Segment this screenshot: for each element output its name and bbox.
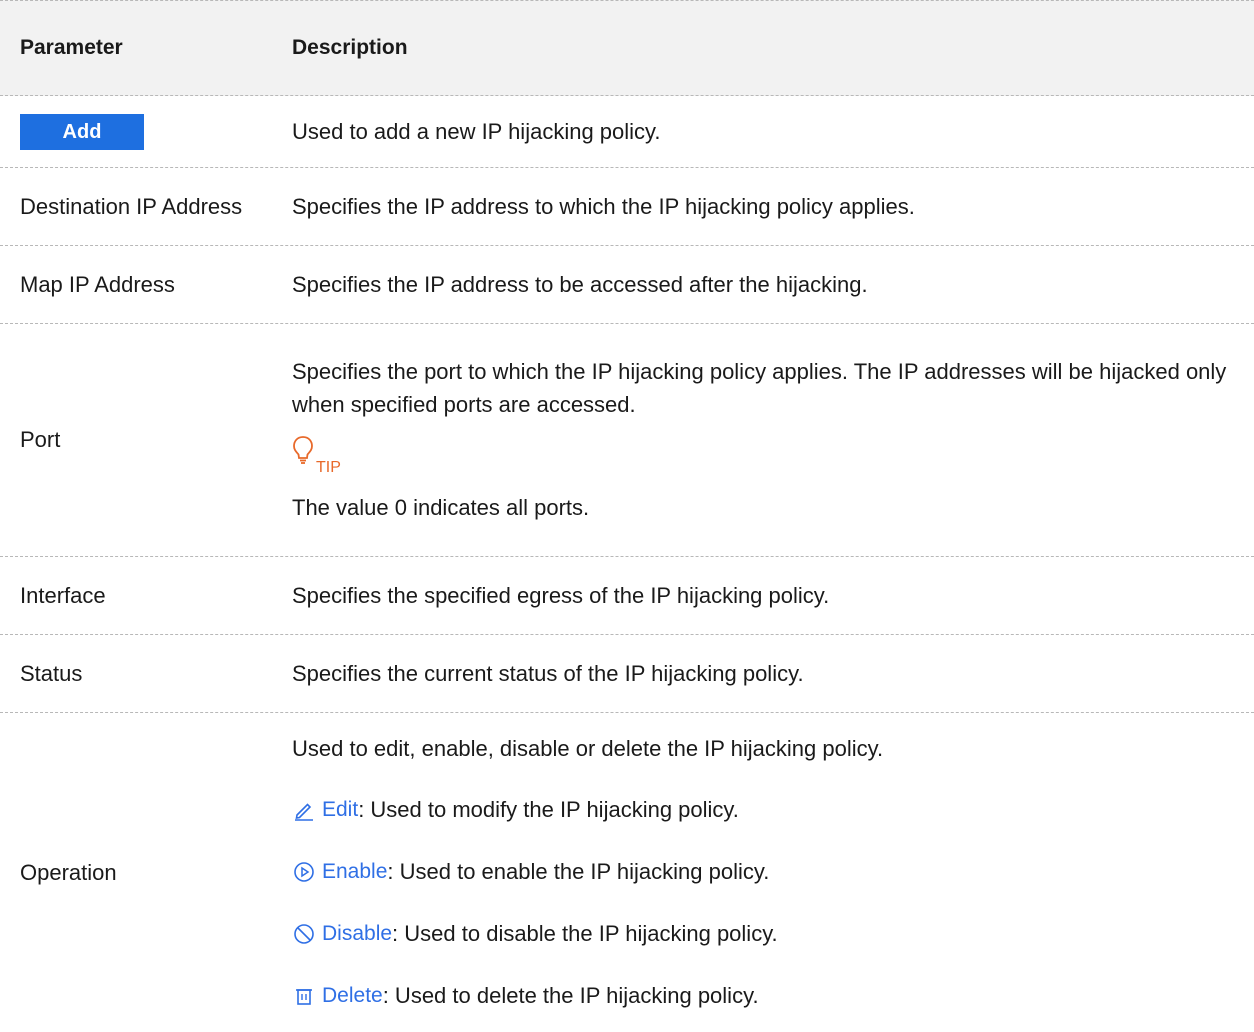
header-description: Description xyxy=(292,36,408,59)
table-header: Parameter Description xyxy=(0,0,1254,96)
delete-link[interactable]: Delete xyxy=(322,979,383,1013)
operation-item-enable: Enable : Used to enable the IP hijacking… xyxy=(292,841,1242,903)
lightbulb-icon xyxy=(292,435,314,475)
operation-item-delete: Delete : Used to delete the IP hijacking… xyxy=(292,965,1242,1027)
operation-item-desc: : Used to disable the IP hijacking polic… xyxy=(392,920,778,946)
description-cell: Specifies the IP address to which the IP… xyxy=(292,193,915,219)
operation-item-disable: Disable : Used to disable the IP hijacki… xyxy=(292,903,1242,965)
enable-link[interactable]: Enable xyxy=(322,855,387,889)
table-row-destination-ip: Destination IP Address Specifies the IP … xyxy=(0,168,1254,246)
operation-item-desc: : Used to delete the IP hijacking policy… xyxy=(382,982,759,1008)
parameter-table: Parameter Description Add Used to add a … xyxy=(0,0,1254,1032)
operation-item-desc: : Used to modify the IP hijacking policy… xyxy=(358,796,739,822)
param-cell: Add xyxy=(0,113,292,150)
tip-callout: TIP xyxy=(292,435,1242,476)
description-cell: Specifies the port to which the IP hijac… xyxy=(292,355,1254,525)
param-cell: Destination IP Address xyxy=(20,193,243,219)
add-button[interactable]: Add xyxy=(20,113,144,150)
disable-circle-icon[interactable] xyxy=(292,922,316,946)
operation-item-desc: : Used to enable the IP hijacking policy… xyxy=(387,858,770,884)
description-cell: Used to add a new IP hijacking policy. xyxy=(292,118,661,144)
tip-text: The value 0 indicates all ports. xyxy=(292,495,590,520)
operation-description: Used to edit, enable, disable or delete … xyxy=(292,735,884,761)
table-row-operation: Operation Used to edit, enable, disable … xyxy=(0,713,1254,1032)
trash-icon[interactable] xyxy=(292,984,316,1008)
table-row-status: Status Specifies the current status of t… xyxy=(0,635,1254,713)
table-row-add: Add Used to add a new IP hijacking polic… xyxy=(0,96,1254,168)
table-row-port: Port Specifies the port to which the IP … xyxy=(0,324,1254,557)
disable-link[interactable]: Disable xyxy=(322,917,392,951)
table-row-map-ip: Map IP Address Specifies the IP address … xyxy=(0,246,1254,324)
param-cell: Operation xyxy=(20,859,117,885)
description-cell: Used to edit, enable, disable or delete … xyxy=(292,719,1254,1027)
pencil-icon[interactable] xyxy=(292,798,316,822)
play-circle-icon[interactable] xyxy=(292,860,316,884)
operation-item-edit: Edit : Used to modify the IP hijacking p… xyxy=(292,779,1242,841)
description-cell: Specifies the IP address to be accessed … xyxy=(292,271,868,297)
param-cell: Port xyxy=(20,427,61,452)
description-cell: Specifies the current status of the IP h… xyxy=(292,660,804,686)
header-parameter: Parameter xyxy=(20,36,123,59)
param-cell: Status xyxy=(20,660,83,686)
param-cell: Map IP Address xyxy=(20,271,175,297)
table-row-interface: Interface Specifies the specified egress… xyxy=(0,557,1254,635)
tip-label: TIP xyxy=(316,459,341,476)
edit-link[interactable]: Edit xyxy=(322,793,358,827)
port-description: Specifies the port to which the IP hijac… xyxy=(292,359,1227,417)
description-cell: Specifies the specified egress of the IP… xyxy=(292,582,830,608)
param-cell: Interface xyxy=(20,582,106,608)
